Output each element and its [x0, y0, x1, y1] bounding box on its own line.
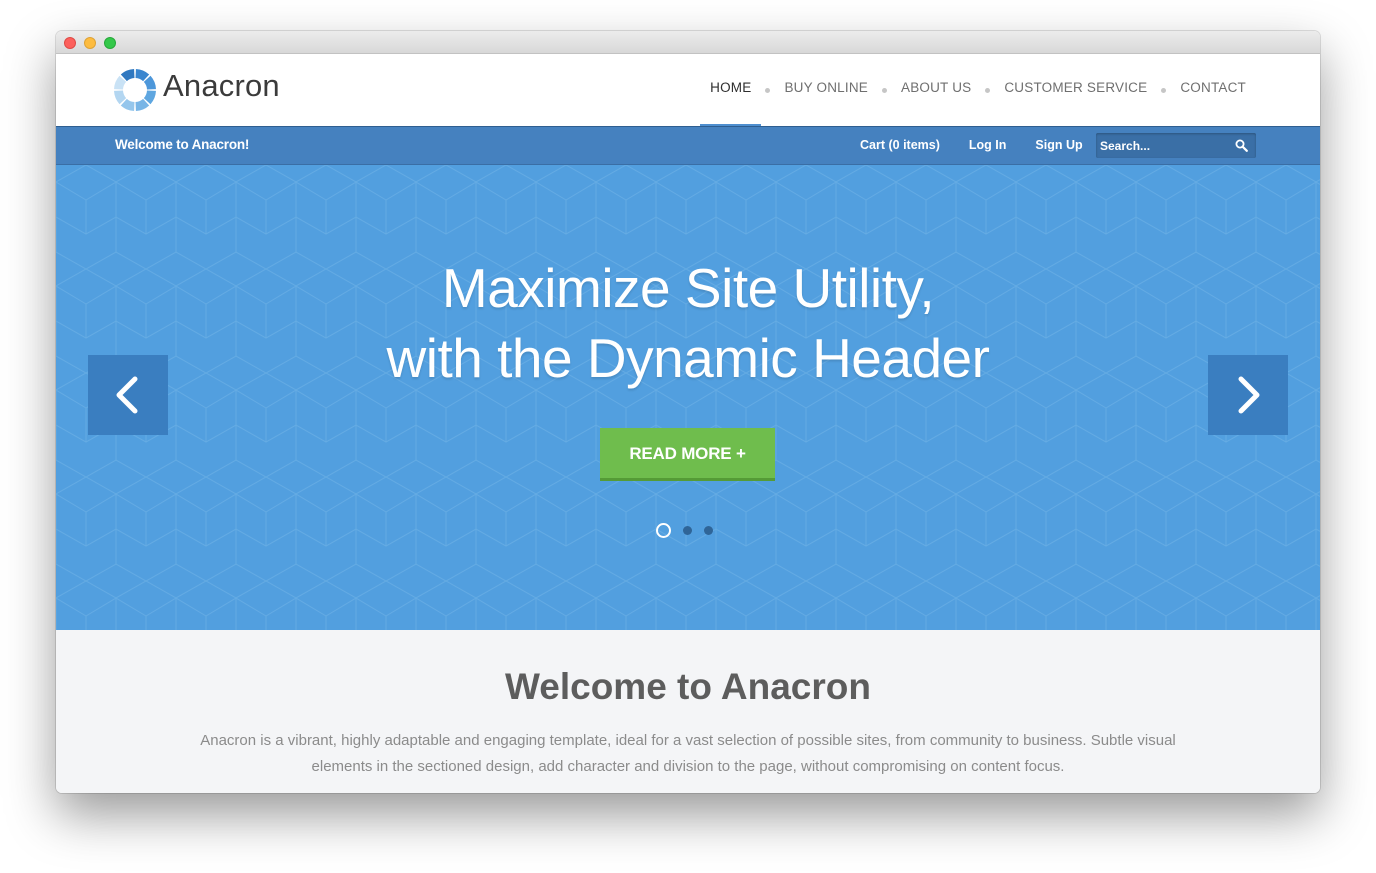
- welcome-message: Welcome to Anacron!: [115, 137, 250, 152]
- slider-prev-button[interactable]: [88, 355, 168, 435]
- nav-item-customer-service[interactable]: CUSTOMER SERVICE: [994, 54, 1157, 126]
- welcome-description: Anacron is a vibrant, highly adaptable a…: [200, 732, 1176, 775]
- login-link[interactable]: Log In: [969, 138, 1007, 152]
- hero-title-line-2: with the Dynamic Header: [386, 327, 990, 389]
- cart-link[interactable]: Cart (0 items): [860, 138, 940, 152]
- hero-slider: Maximize Site Utility, with the Dynamic …: [56, 165, 1320, 630]
- nav-separator: [1161, 87, 1167, 93]
- welcome-section: Welcome to Anacron Anacron is a vibrant,…: [56, 630, 1320, 793]
- browser-window: Anacron HOME BUY ONLINE ABOUT US CUSTOME…: [56, 31, 1320, 793]
- signup-link[interactable]: Sign Up: [1035, 138, 1082, 152]
- chevron-right-icon: [1238, 376, 1260, 414]
- logo-text[interactable]: Anacron: [163, 68, 280, 104]
- nav-separator: [985, 87, 991, 93]
- chevron-left-icon: [116, 376, 138, 414]
- maximize-window-button[interactable]: [104, 37, 116, 49]
- main-nav: HOME BUY ONLINE ABOUT US CUSTOMER SERVIC…: [700, 54, 1256, 126]
- slider-dot-2[interactable]: [683, 526, 692, 535]
- search-icon[interactable]: [1235, 139, 1248, 152]
- slider-pagination: [656, 523, 725, 538]
- slider-next-button[interactable]: [1208, 355, 1288, 435]
- slider-dot-3[interactable]: [704, 526, 713, 535]
- hexagon-pattern-background: [56, 165, 1320, 630]
- nav-item-contact[interactable]: CONTACT: [1170, 54, 1256, 126]
- nav-item-buy-online[interactable]: BUY ONLINE: [774, 54, 878, 126]
- read-more-button[interactable]: READ MORE +: [600, 428, 775, 481]
- nav-item-home[interactable]: HOME: [700, 54, 762, 126]
- window-titlebar: [56, 31, 1320, 54]
- search-box: [1096, 133, 1256, 158]
- search-input[interactable]: [1096, 133, 1230, 158]
- site-header: Anacron HOME BUY ONLINE ABOUT US CUSTOME…: [56, 54, 1320, 126]
- nav-separator: [765, 87, 771, 93]
- top-bar: Welcome to Anacron! Cart (0 items) Log I…: [56, 126, 1320, 165]
- close-window-button[interactable]: [64, 37, 76, 49]
- slider-dot-1[interactable]: [656, 523, 671, 538]
- hero-title-line-1: Maximize Site Utility,: [441, 257, 935, 319]
- nav-separator: [881, 87, 887, 93]
- nav-item-about-us[interactable]: ABOUT US: [891, 54, 981, 126]
- welcome-title: Welcome to Anacron: [505, 666, 871, 707]
- account-links: Cart (0 items) Log In Sign Up: [860, 138, 1112, 152]
- logo-icon[interactable]: [112, 67, 158, 113]
- hero-title: Maximize Site Utility, with the Dynamic …: [56, 253, 1320, 393]
- minimize-window-button[interactable]: [84, 37, 96, 49]
